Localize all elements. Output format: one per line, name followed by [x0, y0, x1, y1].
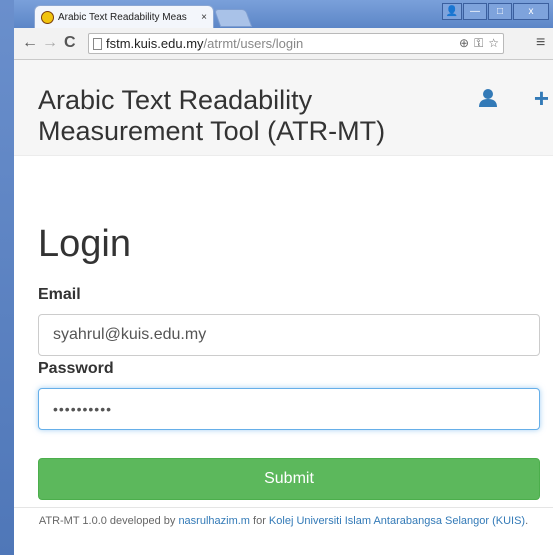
- browser-tab[interactable]: Arabic Text Readability Meas ×: [34, 5, 214, 28]
- maximize-button[interactable]: □: [488, 3, 512, 20]
- minimize-button[interactable]: —: [463, 3, 487, 20]
- email-label: Email: [38, 286, 81, 303]
- key-icon[interactable]: ⚿: [474, 36, 483, 51]
- close-window-button[interactable]: x: [513, 3, 549, 20]
- footer-suffix: .: [525, 515, 529, 527]
- page-content: Arabic Text Readability Measurement Tool…: [14, 60, 553, 555]
- org-link[interactable]: Kolej Universiti Islam Antarabangsa Sela…: [269, 515, 525, 527]
- submit-button[interactable]: Submit: [38, 458, 540, 500]
- new-tab-button[interactable]: [213, 9, 253, 27]
- author-link[interactable]: nasrulhazim.m: [178, 515, 250, 527]
- reload-icon[interactable]: C: [64, 34, 76, 52]
- title-bar: Arabic Text Readability Meas × 👤 — □ x: [14, 0, 553, 28]
- footer-prefix: ATR-MT 1.0.0 developed by: [38, 515, 179, 527]
- back-arrow-icon[interactable]: ←: [22, 34, 38, 52]
- password-label: Password: [38, 360, 114, 377]
- url-path: /atrmt/users/login: [203, 36, 304, 51]
- address-bar[interactable]: fstm.kuis.edu.my/atrmt/users/login ⊕ ⚿ ☆: [88, 33, 504, 54]
- window-frame: [0, 0, 14, 555]
- forward-arrow-icon[interactable]: →: [42, 34, 58, 52]
- favicon-icon: [41, 10, 54, 24]
- star-icon[interactable]: ☆: [488, 36, 499, 51]
- plus-icon[interactable]: +: [534, 85, 549, 111]
- user-icon[interactable]: [478, 88, 498, 108]
- site-brand[interactable]: Arabic Text Readability Measurement Tool…: [38, 85, 458, 147]
- site-navbar: Arabic Text Readability Measurement Tool…: [14, 60, 553, 156]
- password-field[interactable]: ••••••••••: [38, 388, 540, 430]
- window-controls: 👤 — □ x: [442, 3, 549, 20]
- url-host: fstm.kuis.edu.my: [106, 36, 204, 51]
- zoom-icon[interactable]: ⊕: [459, 36, 469, 51]
- footer: ATR-MT 1.0.0 developed by nasrulhazim.m …: [14, 507, 553, 529]
- tab-title: Arabic Text Readability Meas: [58, 11, 187, 23]
- email-field[interactable]: syahrul@kuis.edu.my: [38, 314, 540, 356]
- page-title: Login: [38, 223, 131, 265]
- page-icon: [93, 37, 102, 50]
- menu-icon[interactable]: ≡: [536, 34, 545, 52]
- browser-window: Arabic Text Readability Meas × 👤 — □ x ←…: [0, 0, 553, 555]
- footer-middle: for: [249, 515, 269, 527]
- browser-toolbar: ← → C fstm.kuis.edu.my/atrmt/users/login…: [14, 28, 553, 60]
- close-tab-icon[interactable]: ×: [201, 12, 207, 23]
- profile-icon[interactable]: 👤: [442, 3, 462, 20]
